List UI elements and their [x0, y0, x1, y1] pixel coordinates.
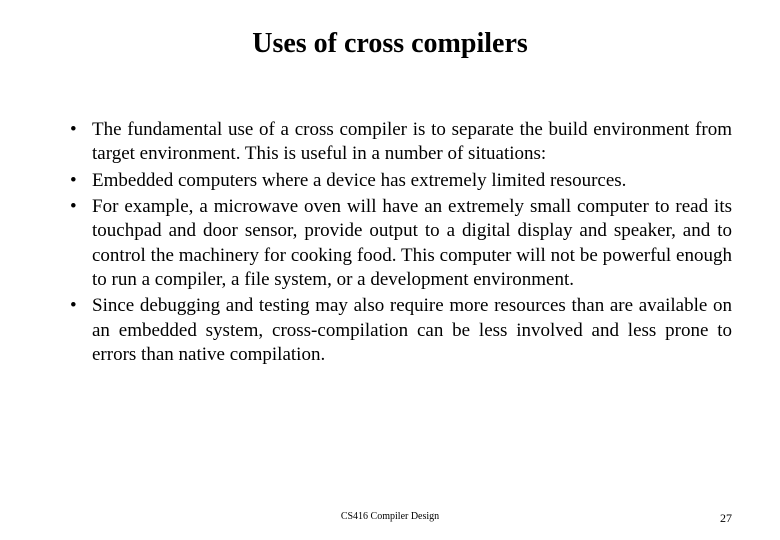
slide-content: The fundamental use of a cross compiler … [48, 118, 732, 367]
list-item: Since debugging and testing may also req… [70, 294, 732, 367]
slide-container: Uses of cross compilers The fundamental … [0, 0, 780, 540]
slide-footer: CS416 Compiler Design 27 [0, 511, 780, 526]
slide-title: Uses of cross compilers [48, 28, 732, 60]
bullet-list: The fundamental use of a cross compiler … [70, 118, 732, 367]
list-item: The fundamental use of a cross compiler … [70, 118, 732, 167]
footer-course: CS416 Compiler Design [341, 511, 439, 522]
footer-page-number: 27 [720, 511, 732, 526]
list-item: For example, a microwave oven will have … [70, 195, 732, 292]
list-item: Embedded computers where a device has ex… [70, 169, 732, 193]
